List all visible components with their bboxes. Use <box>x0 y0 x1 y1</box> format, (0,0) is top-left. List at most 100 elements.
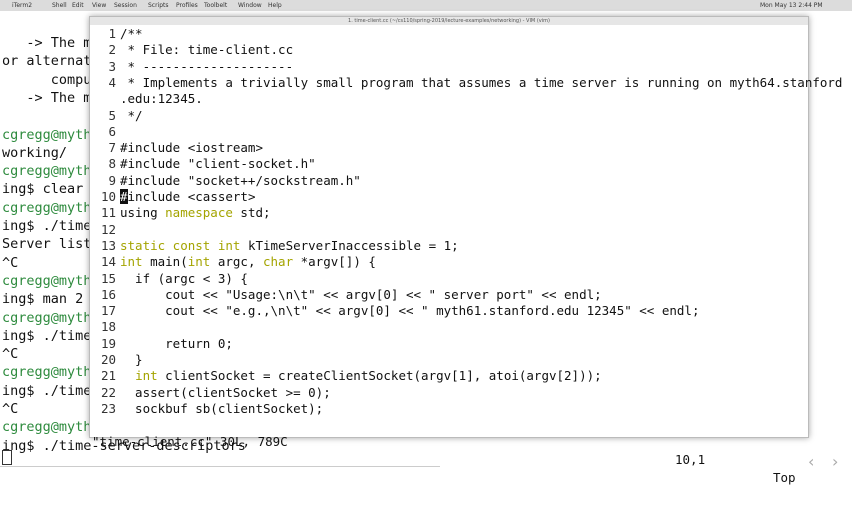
vim-code-line: 4 * Implements a trivially small program… <box>90 74 842 91</box>
code-text: .edu:12345. <box>120 90 203 107</box>
terminal-line: ^C <box>2 400 18 418</box>
menu-item-session[interactable]: Session <box>114 2 137 9</box>
terminal-line: cgregg@myth <box>2 363 91 381</box>
line-number: 11 <box>100 205 116 221</box>
line-number: 3 <box>108 58 116 74</box>
terminal-text: -> The m <box>2 35 92 51</box>
vim-code-line: 16 cout << "Usage:\n\t" << argv[0] << " … <box>90 286 808 303</box>
terminal-text: Server list <box>2 236 92 253</box>
code-text: return 0; <box>120 335 233 352</box>
code-token: #include "client-socket.h" <box>120 156 316 172</box>
menu-item-toolbelt[interactable]: Toolbelt <box>204 2 227 9</box>
vim-code-line: 8 #include "client-socket.h" <box>90 155 808 172</box>
scroll-left-icon[interactable]: ‹ <box>808 452 814 471</box>
code-token: sockbuf sb(clientSocket); <box>120 400 324 416</box>
menu-item-scripts[interactable]: Scripts <box>148 2 169 9</box>
terminal-prompt: cgregg@myth <box>2 272 92 289</box>
vim-code-line: 5 */ <box>90 107 808 124</box>
line-number: 8 <box>108 156 116 172</box>
line-number: 22 <box>100 384 116 400</box>
code-text: * File: time-client.cc <box>120 41 294 58</box>
vim-code-line: 14 int main(int argc, char *argv[]) { <box>90 253 808 270</box>
vim-code-line: 15 if (argc < 3) { <box>90 270 808 287</box>
vim-status-line: "time-client.cc" 30L, 789C 10,1 Top <box>90 415 808 485</box>
vim-code-line: 9 #include "socket++/sockstream.h" <box>90 172 808 189</box>
status-file-info: "time-client.cc" 30L, 789C <box>92 434 288 449</box>
code-token: * Implements a trivially small program t… <box>120 74 843 90</box>
line-number: 16 <box>100 286 116 302</box>
code-text: cout << "Usage:\n\t" << argv[0] << " ser… <box>120 286 602 303</box>
terminal-text: ^C <box>2 346 19 363</box>
terminal-line: ing$ ./time <box>2 382 91 400</box>
vim-code-line: 6 <box>90 123 808 140</box>
menu-item-view[interactable]: View <box>92 2 106 9</box>
terminal-prompt: cgregg@myth <box>2 163 92 180</box>
code-text: * -------------------- <box>120 58 294 75</box>
line-number: 4 <box>108 74 116 90</box>
code-token: *argv[]) { <box>293 254 376 270</box>
code-keyword: namespace <box>165 205 233 221</box>
vim-code-line: 20 } <box>90 351 808 368</box>
code-text: #include "client-socket.h" <box>120 155 316 172</box>
vim-code-line: 21 int clientSocket = createClientSocket… <box>90 367 808 384</box>
vim-code-line: .edu:12345. <box>90 90 808 107</box>
line-number: 9 <box>108 172 116 188</box>
vim-code-line: 12 <box>90 221 808 238</box>
terminal-prompt: cgregg@myth <box>2 419 92 436</box>
code-token: cout << "Usage:\n\t" << argv[0] << " ser… <box>120 286 602 302</box>
line-number: 6 <box>108 123 116 139</box>
code-text: /** <box>120 25 143 42</box>
vim-code-line: 17 cout << "e.g.,\n\t" << argv[0] << " m… <box>90 302 808 319</box>
terminal-line: ^C <box>2 345 18 363</box>
code-token: main( <box>142 254 188 270</box>
terminal-line: cgregg@myth <box>2 162 91 180</box>
line-number: 10 <box>100 189 116 204</box>
terminal-prompt: cgregg@myth <box>2 126 92 143</box>
terminal-line: -> The m <box>2 34 91 52</box>
code-keyword: int <box>187 254 211 270</box>
code-text: #include "socket++/sockstream.h" <box>120 172 361 189</box>
menu-item-window[interactable]: Window <box>238 2 262 9</box>
menu-item-shell[interactable]: Shell <box>52 2 67 9</box>
menu-item-edit[interactable]: Edit <box>72 2 84 9</box>
code-token: #include <iostream> <box>120 140 263 156</box>
status-cursor-position: 10,1 <box>675 452 706 467</box>
menu-clock: Mon May 13 2:44 PM <box>760 2 823 9</box>
code-token: .edu:12345. <box>120 91 203 107</box>
code-text: static const int kTimeServerInaccessible… <box>120 237 459 254</box>
menu-item-profiles[interactable]: Profiles <box>176 2 198 9</box>
line-number: 2 <box>108 42 116 58</box>
code-token: using <box>120 205 166 221</box>
code-keyword: int <box>120 254 143 270</box>
code-text: * Implements a trivially small program t… <box>120 74 843 91</box>
menu-item-iterm2[interactable]: iTerm2 <box>12 2 32 9</box>
vim-code-line: 2 * File: time-client.cc <box>90 41 808 58</box>
terminal-text: ing$ man 2 <box>2 291 84 308</box>
code-keyword: char <box>263 254 294 270</box>
code-text: #include <iostream> <box>120 139 263 156</box>
vim-code-line: 22 assert(clientSocket >= 0); <box>90 384 808 401</box>
code-token: kTimeServerInaccessible = 1; <box>240 237 459 253</box>
terminal-text: ing$ ./time <box>2 218 92 234</box>
code-token: * -------------------- <box>120 58 294 74</box>
terminal-line: cgregg@myth <box>2 126 91 144</box>
terminal-prompt: cgregg@myth <box>2 199 92 216</box>
vim-code-line: 18 <box>90 318 808 335</box>
vim-code-line: 19 return 0; <box>90 335 808 352</box>
code-token: #include "socket++/sockstream.h" <box>120 172 361 188</box>
status-scroll-position: Top <box>773 470 796 485</box>
vim-editor-window[interactable]: 1. time-client.cc (~/cs110/spring-2019/l… <box>89 16 842 485</box>
code-text: */ <box>120 107 143 124</box>
terminal-line: cgregg@myth <box>2 309 91 327</box>
code-text: cout << "e.g.,\n\t" << argv[0] << " myth… <box>120 302 699 319</box>
menu-item-help[interactable]: Help <box>268 2 282 9</box>
code-token: /** <box>120 26 143 41</box>
code-token: return 0; <box>120 335 233 351</box>
line-number: 1 <box>108 26 116 41</box>
terminal-line: cgregg@myth <box>2 418 91 436</box>
scroll-right-icon[interactable]: › <box>832 452 838 471</box>
line-number: 5 <box>108 107 116 123</box>
terminal-line: ing$ clear <box>2 180 83 198</box>
vim-code-line: 13 static const int kTimeServerInaccessib… <box>90 237 808 254</box>
